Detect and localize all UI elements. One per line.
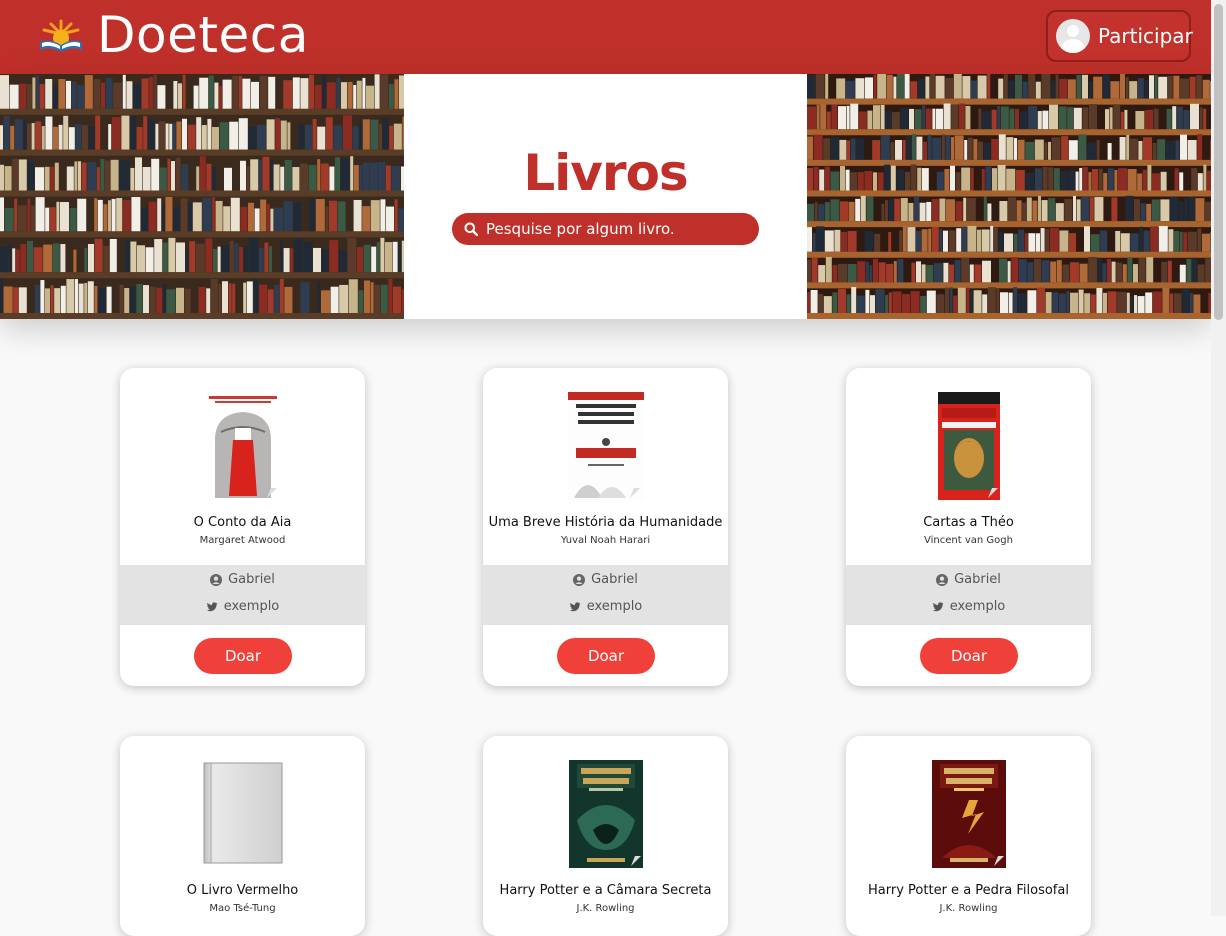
scrollbar-thumb[interactable] xyxy=(1214,4,1223,320)
doar-button[interactable]: Doar xyxy=(920,638,1018,674)
twitter-icon xyxy=(569,601,581,613)
book-author: Margaret Atwood xyxy=(120,535,365,546)
book-cover-image xyxy=(569,760,643,868)
book-cover-image xyxy=(932,760,1006,868)
sunrise-book-logo-icon[interactable] xyxy=(38,18,84,54)
search-bar[interactable] xyxy=(452,213,759,245)
book-author: Mao Tsé-Tung xyxy=(120,903,365,914)
book-cover-image xyxy=(568,392,644,500)
book-cover-image xyxy=(205,392,281,500)
book-title[interactable]: O Conto da Aia xyxy=(120,515,365,530)
book-card: O Conto da Aia Margaret Atwood Gabriel e… xyxy=(120,368,365,686)
book-cover-image xyxy=(938,392,1000,500)
twitter-handle[interactable]: exemplo xyxy=(587,599,643,614)
twitter-handle[interactable]: exemplo xyxy=(950,599,1006,614)
book-author: Yuval Noah Harari xyxy=(483,535,728,546)
book-title[interactable]: Cartas a Théo xyxy=(846,515,1091,530)
twitter-icon xyxy=(932,601,944,613)
page-title: Livros xyxy=(404,144,807,202)
brand-name[interactable]: Doeteca xyxy=(97,6,309,64)
donor-name: Gabriel xyxy=(228,572,275,587)
donor-info: Gabriel exemplo xyxy=(120,565,365,625)
book-cover-image xyxy=(203,762,283,864)
navbar: Doeteca Participar xyxy=(0,0,1211,74)
search-input[interactable] xyxy=(484,219,748,239)
book-card: Harry Potter e a Pedra Filosofal J.K. Ro… xyxy=(846,736,1091,936)
book-title[interactable]: Uma Breve História da Humanidade xyxy=(483,515,728,530)
book-title[interactable]: Harry Potter e a Câmara Secreta xyxy=(483,883,728,898)
hero-center-panel: Livros xyxy=(404,74,807,319)
book-card: Harry Potter e a Câmara Secreta J.K. Row… xyxy=(483,736,728,936)
book-author: J.K. Rowling xyxy=(483,903,728,914)
user-avatar-icon xyxy=(1056,19,1090,53)
donor-name: Gabriel xyxy=(591,572,638,587)
search-icon xyxy=(464,222,478,236)
page-scrollbar[interactable] xyxy=(1211,0,1226,916)
book-title[interactable]: Harry Potter e a Pedra Filosofal xyxy=(846,883,1091,898)
user-circle-icon xyxy=(936,574,948,586)
donor-info: Gabriel exemplo xyxy=(483,565,728,625)
bookshelf-image-right xyxy=(807,74,1211,319)
book-card: Cartas a Théo Vincent van Gogh Gabriel e… xyxy=(846,368,1091,686)
doar-button[interactable]: Doar xyxy=(557,638,655,674)
book-card: Uma Breve História da Humanidade Yuval N… xyxy=(483,368,728,686)
book-card: O Livro Vermelho Mao Tsé-Tung xyxy=(120,736,365,936)
donor-name: Gabriel xyxy=(954,572,1001,587)
user-circle-icon xyxy=(573,574,585,586)
book-author: J.K. Rowling xyxy=(846,903,1091,914)
twitter-handle[interactable]: exemplo xyxy=(224,599,280,614)
twitter-icon xyxy=(206,601,218,613)
participar-label: Participar xyxy=(1098,24,1193,48)
doar-button[interactable]: Doar xyxy=(194,638,292,674)
book-title[interactable]: O Livro Vermelho xyxy=(120,883,365,898)
book-author: Vincent van Gogh xyxy=(846,535,1091,546)
hero-banner: Livros xyxy=(0,74,1211,319)
user-circle-icon xyxy=(210,574,222,586)
participar-button[interactable]: Participar xyxy=(1046,10,1191,62)
bookshelf-image-left xyxy=(0,74,404,319)
donor-info: Gabriel exemplo xyxy=(846,565,1091,625)
